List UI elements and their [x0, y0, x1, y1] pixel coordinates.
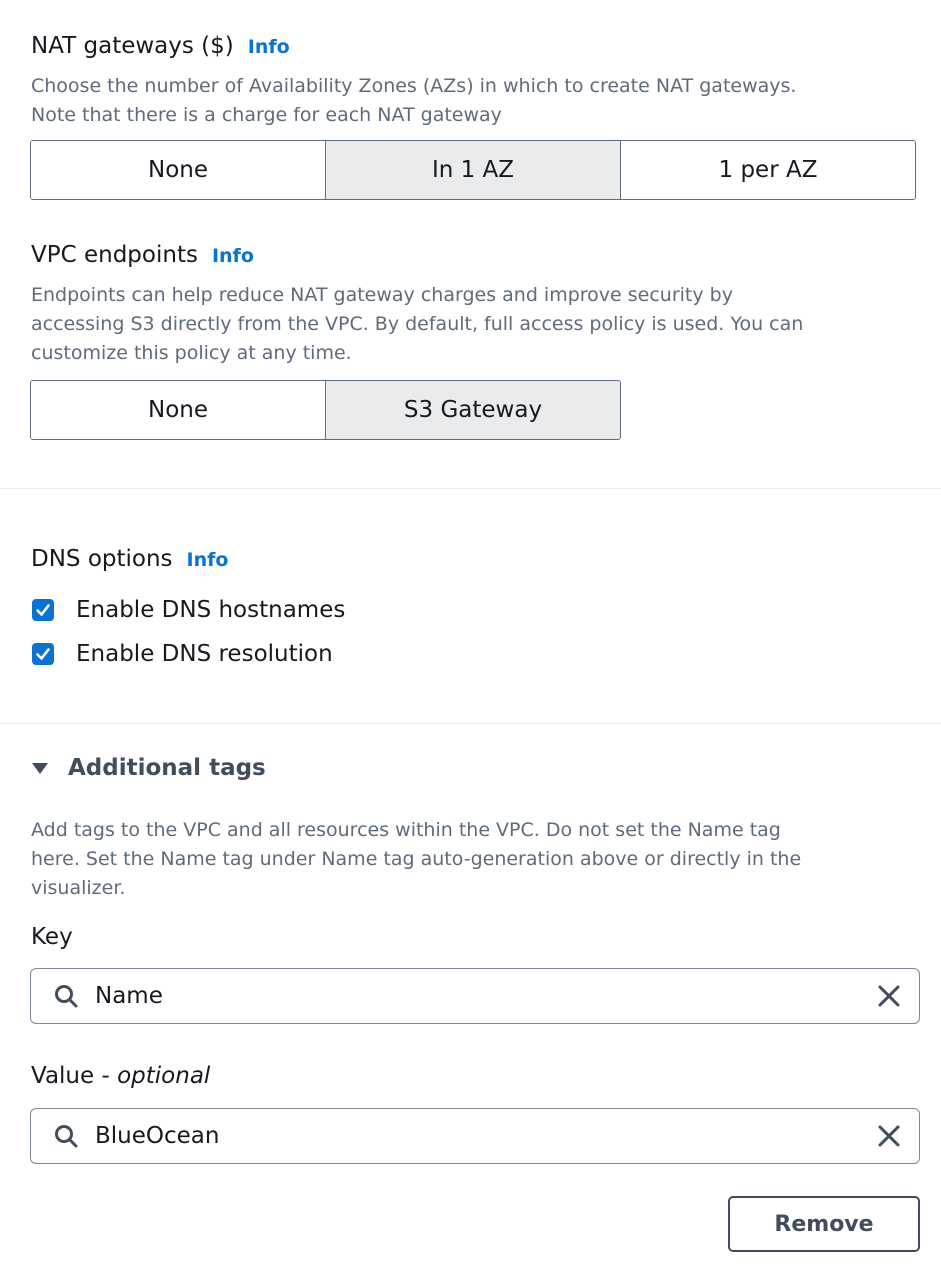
dns-info-link[interactable]: Info	[187, 549, 229, 571]
search-icon	[53, 1123, 79, 1149]
vpc-endpoints-segmented-control: None S3 Gateway	[30, 380, 621, 440]
nat-description-line-1: Choose the number of Availability Zones …	[31, 75, 797, 97]
endpoints-description-line-1: Endpoints can help reduce NAT gateway ch…	[31, 284, 733, 306]
endpoints-description: Endpoints can help reduce NAT gateway ch…	[31, 281, 803, 368]
additional-tags-expander[interactable]: Additional tags	[32, 752, 266, 784]
search-icon	[53, 983, 79, 1009]
dns-hostnames-checkbox[interactable]	[32, 599, 54, 621]
nat-option-in-1-az[interactable]: In 1 AZ	[325, 141, 620, 199]
key-field[interactable]	[30, 968, 920, 1024]
remove-tag-button[interactable]: Remove	[728, 1196, 920, 1252]
tags-description-line-3: visualizer.	[31, 877, 126, 899]
additional-tags-title: Additional tags	[68, 755, 266, 781]
nat-description: Choose the number of Availability Zones …	[31, 72, 796, 130]
value-optional-label: optional	[117, 1063, 211, 1089]
value-input[interactable]	[95, 1123, 877, 1149]
checkmark-icon	[36, 648, 50, 660]
endpoints-description-line-3: customize this policy at any time.	[31, 342, 352, 364]
nat-option-1-per-az[interactable]: 1 per AZ	[620, 141, 915, 199]
value-label-text: Value -	[31, 1063, 118, 1089]
clear-key-icon[interactable]	[877, 984, 901, 1008]
dns-options-heading: DNS options Info	[31, 544, 228, 575]
nat-info-link[interactable]: Info	[248, 36, 290, 58]
caret-down-icon	[32, 762, 48, 774]
tags-description: Add tags to the VPC and all resources wi…	[31, 816, 801, 903]
vpc-endpoints-title: VPC endpoints	[31, 242, 198, 268]
section-divider	[0, 488, 941, 489]
endpoints-option-none[interactable]: None	[31, 381, 325, 439]
endpoints-option-s3-gateway[interactable]: S3 Gateway	[325, 381, 620, 439]
nat-option-none[interactable]: None	[31, 141, 325, 199]
tags-description-line-2: here. Set the Name tag under Name tag au…	[31, 848, 802, 870]
nat-gateways-heading: NAT gateways ($) Info	[31, 31, 290, 62]
nat-gateways-segmented-control: None In 1 AZ 1 per AZ	[30, 140, 916, 200]
clear-value-icon[interactable]	[877, 1124, 901, 1148]
key-label: Key	[31, 924, 73, 950]
value-label: Value - optional	[31, 1063, 210, 1089]
endpoints-info-link[interactable]: Info	[212, 245, 254, 267]
value-field[interactable]	[30, 1108, 920, 1164]
nat-gateways-title: NAT gateways ($)	[31, 33, 234, 59]
section-divider	[0, 723, 941, 724]
dns-options-title: DNS options	[31, 546, 173, 572]
dns-hostnames-label: Enable DNS hostnames	[76, 597, 346, 623]
endpoints-description-line-2: accessing S3 directly from the VPC. By d…	[31, 313, 804, 335]
dns-hostnames-row[interactable]: Enable DNS hostnames	[32, 593, 345, 627]
vpc-endpoints-heading: VPC endpoints Info	[31, 240, 254, 271]
dns-resolution-label: Enable DNS resolution	[76, 641, 333, 667]
nat-description-line-2: Note that there is a charge for each NAT…	[31, 104, 502, 126]
key-input[interactable]	[95, 983, 877, 1009]
checkmark-icon	[36, 604, 50, 616]
dns-resolution-row[interactable]: Enable DNS resolution	[32, 637, 333, 671]
tags-description-line-1: Add tags to the VPC and all resources wi…	[31, 819, 781, 841]
dns-resolution-checkbox[interactable]	[32, 643, 54, 665]
